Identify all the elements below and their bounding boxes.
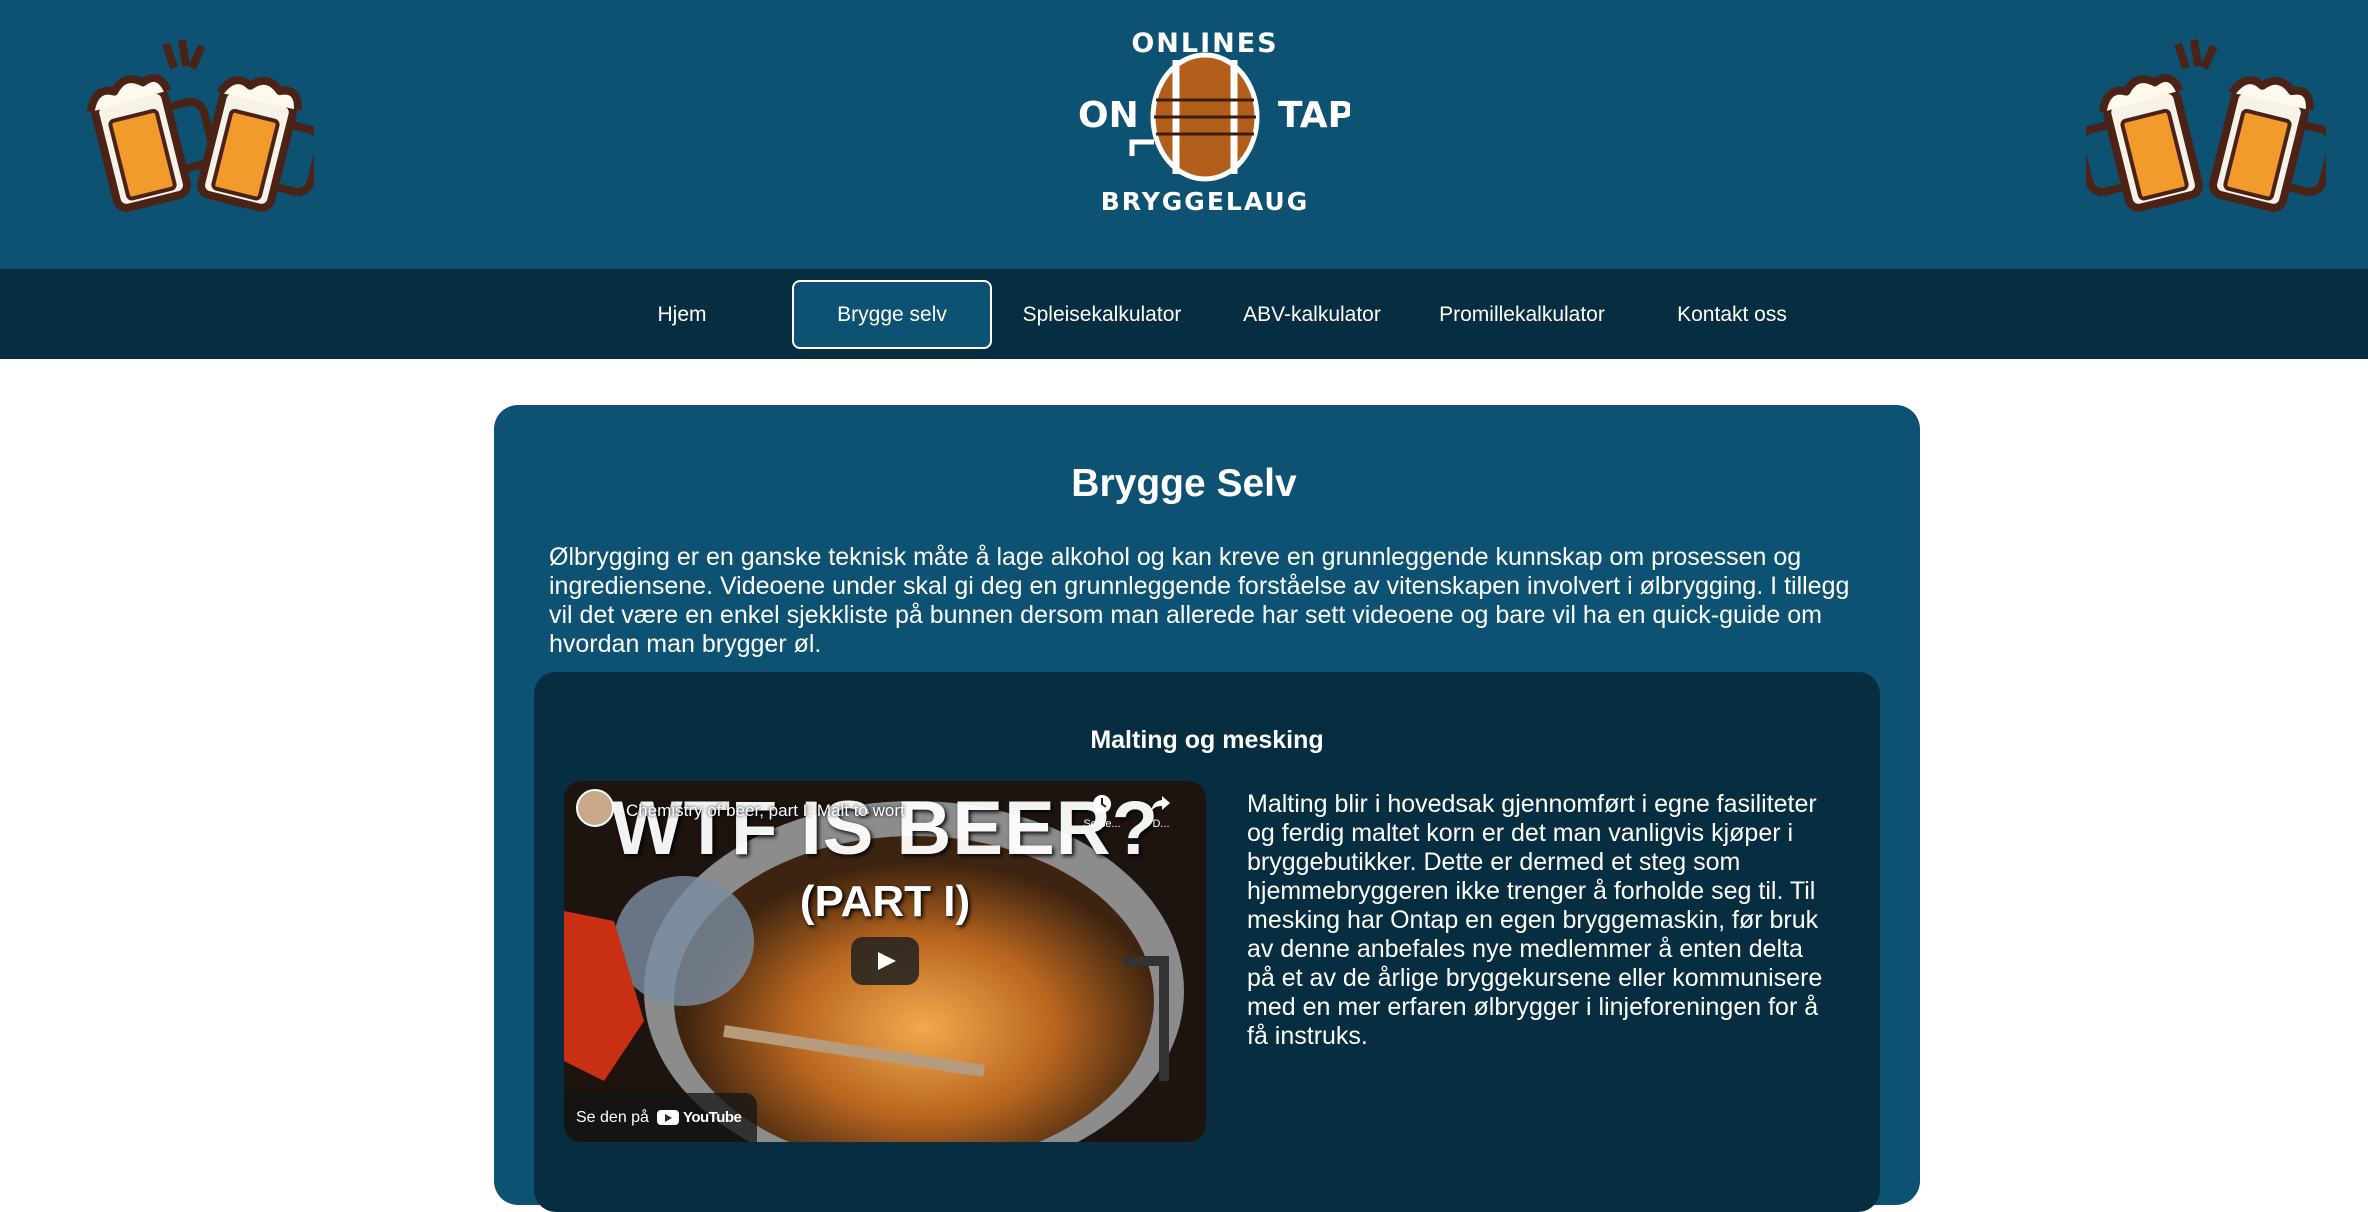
share-icon [1151,796,1170,812]
nav-item-abv-kalkulator[interactable]: ABV-kalkulator [1212,280,1412,349]
main-nav: Hjem Brygge selv Spleisekalkulator ABV-k… [0,269,2368,359]
section-title: Malting og mesking [1090,726,1324,754]
intro-text: Ølbrygging er en ganske teknisk måte å l… [549,543,1850,658]
channel-avatar[interactable] [576,789,614,827]
watch-later-button[interactable]: Se se... [1072,793,1132,830]
nav-item-hjem[interactable]: Hjem [582,280,782,349]
nav-item-promillekalkulator[interactable]: Promillekalkulator [1422,280,1622,349]
nav-item-kontakt-oss[interactable]: Kontakt oss [1632,280,1832,349]
nav-item-brygge-selv[interactable]: Brygge selv [792,280,992,349]
section-text: Malting blir i hovedsak gjennomført i eg… [1247,790,1823,1050]
site-header: ONLINES ON TAP BRYGGELAUG [0,0,2368,269]
page-title: Brygge Selv [1071,462,1297,505]
ontap-logo: ONLINES ON TAP BRYGGELAUG [1078,28,1350,216]
share-button[interactable]: D... [1136,793,1186,830]
watch-on-label: Se den på [576,1108,649,1126]
video-thumbnail-subtitle: (PART I) [799,877,971,926]
share-label: D... [1152,818,1170,830]
logo-right-text: TAP [1278,95,1350,136]
beer-mugs-icon [86,39,314,212]
logo-left-text: ON [1078,95,1139,136]
beer-mugs-icon [2086,39,2326,212]
barrel-icon [1129,52,1260,182]
youtube-play-icon [656,1110,679,1125]
clock-icon [1093,795,1111,813]
nav-item-spleisekalkulator[interactable]: Spleisekalkulator [1002,280,1202,349]
play-button[interactable] [851,937,919,985]
logo-bottom-text: BRYGGELAUG [1101,187,1310,216]
watch-later-label: Se se... [1083,818,1121,830]
video-title[interactable]: Chemistry of beer, part I: Malt to wort [626,801,905,821]
video-embed[interactable]: WTF IS BEER? (PART I) Chemistry of beer,… [564,781,1206,1142]
youtube-logo: YouTube [656,1109,742,1126]
watch-on-youtube[interactable]: Se den på YouTube [564,1093,758,1142]
youtube-brand: YouTube [682,1109,742,1126]
